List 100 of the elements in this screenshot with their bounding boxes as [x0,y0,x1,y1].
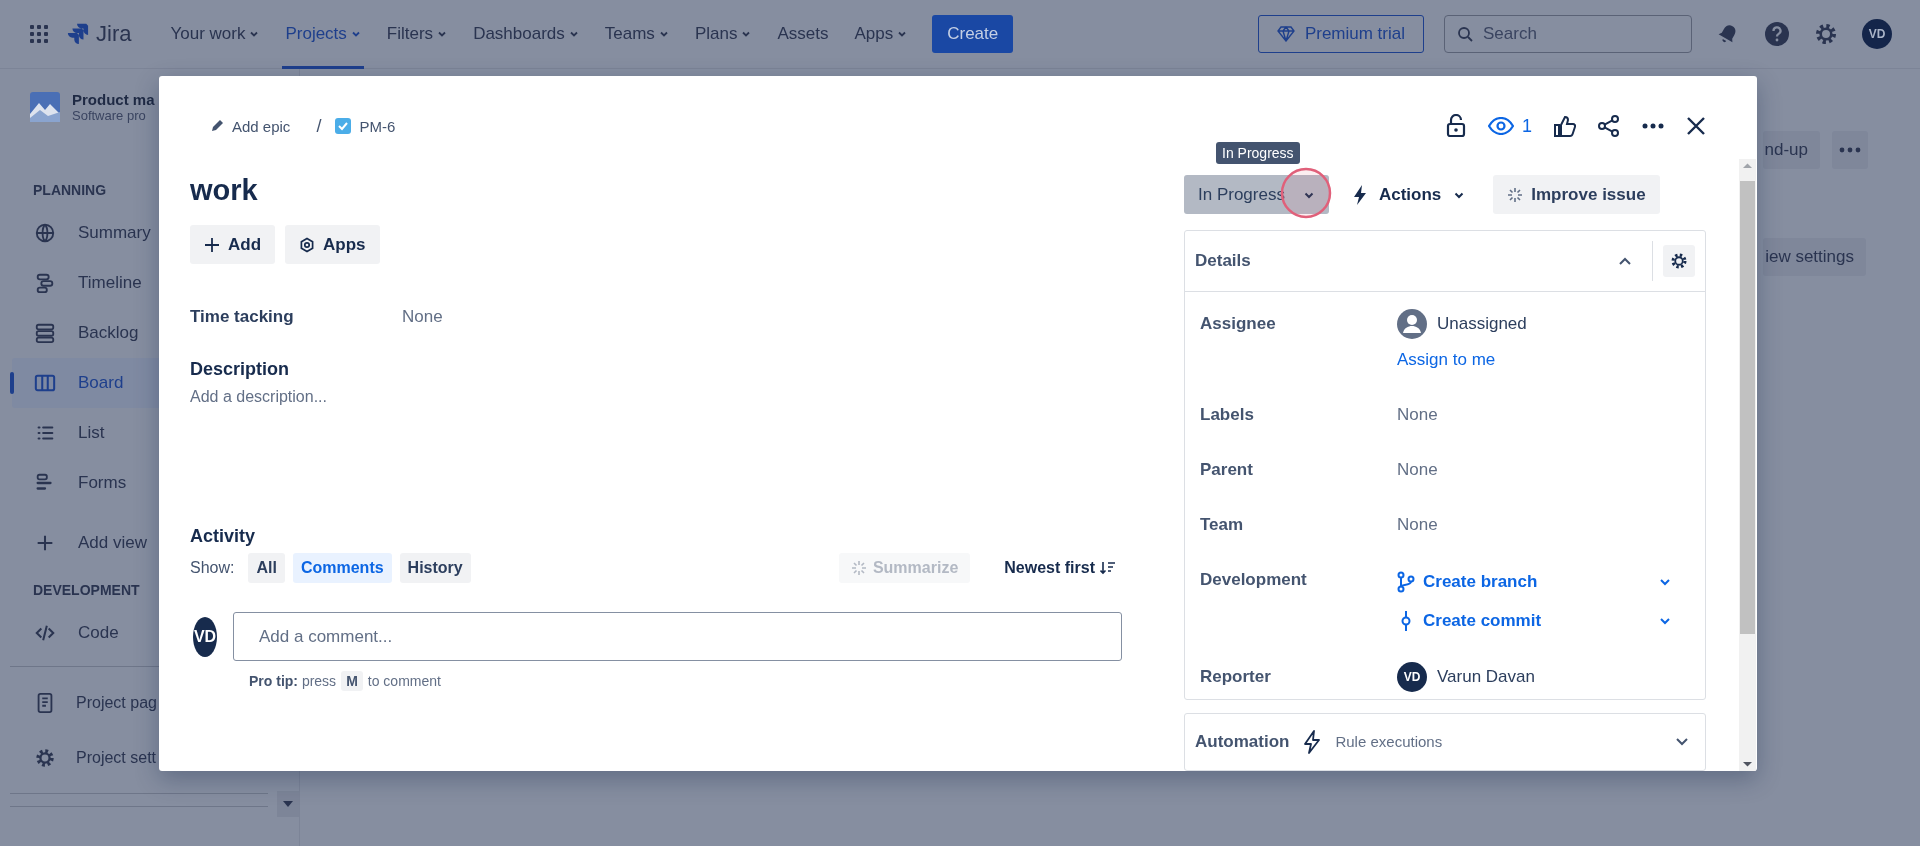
sparkle-icon [1507,186,1524,203]
actions-button[interactable]: Actions [1352,175,1466,214]
pro-tip-text: Pro tip: press [249,673,337,689]
issue-key-link[interactable]: PM-6 [335,117,396,135]
section-heading: PLANNING [33,181,107,200]
share-icon[interactable] [1598,115,1620,137]
globe-icon [34,222,56,244]
activity-heading: Activity [190,525,257,548]
search-field[interactable]: Search [1444,15,1692,53]
plus-icon [204,236,220,253]
nav-menu-item[interactable]: Dashboards [464,0,588,69]
activity-filter-tab[interactable]: Comments [292,553,392,583]
jira-logo-icon [66,22,90,46]
checkbox-icon [335,118,352,134]
help-icon[interactable] [1764,21,1790,47]
field-label: Time tacking [190,307,295,327]
show-label: Show: [190,559,235,577]
sidebar-item[interactable]: Forms [12,458,287,508]
sort-icon [1100,561,1116,575]
timeline-icon [34,272,56,294]
chevron-down-icon[interactable] [350,29,361,39]
board-toolbar-button[interactable]: nd-up [1762,131,1820,169]
field-value[interactable]: Unassigned [1437,314,1527,334]
chevron-down-icon[interactable] [741,29,752,39]
pro-tip-text: to comment [367,673,441,689]
unlocked-padlock-icon[interactable] [1446,114,1466,138]
app-switcher-icon[interactable] [28,23,50,45]
field-value[interactable]: None [1397,507,1689,543]
nav-menu-item[interactable]: Teams [595,0,678,69]
chevron-down-icon[interactable] [249,29,260,39]
field-label: Parent [1200,459,1254,481]
nav-menu-item[interactable]: Filters [377,0,457,69]
nav-menu-item[interactable]: Projects [276,0,370,69]
apps-button[interactable]: Apps [285,225,380,264]
lightning-icon [1352,184,1367,205]
user-avatar: VD [1397,662,1427,692]
product-name[interactable]: Jira [96,21,132,47]
activity-filter-tab[interactable]: All [248,553,285,583]
nav-menu-item[interactable]: Your work [161,0,269,69]
field-label: Reporter [1200,666,1272,688]
automation-subtitle: Rule executions [1335,733,1443,751]
add-button[interactable]: Add [190,225,276,264]
stack-icon [34,322,56,344]
field-value[interactable]: None [402,307,443,327]
development-link[interactable]: Create commit [1423,610,1651,631]
issue-title[interactable]: work [190,170,1122,210]
sidebar-item[interactable]: Project sett [12,730,287,785]
field-value[interactable]: None [1397,397,1689,433]
field-label: Assignee [1200,313,1277,335]
chevron-down-icon[interactable] [1659,615,1671,626]
keyboard-key: M [341,671,363,691]
automation-heading[interactable]: Automation [1195,731,1290,752]
chevron-down-icon[interactable] [1659,576,1671,587]
chevron-down-icon[interactable] [897,29,908,39]
improve-issue-button[interactable]: Improve issue [1493,175,1660,214]
sort-button[interactable]: Newest first [1004,559,1116,577]
user-avatar[interactable]: VD [1862,19,1892,49]
settings-icon[interactable] [1663,245,1695,277]
close-icon[interactable] [1686,116,1706,136]
activity-filter-tab[interactable]: History [399,553,471,583]
watchers-button[interactable]: 1 [1488,115,1532,137]
project-avatar-icon [30,92,60,122]
diamond-icon [1276,26,1295,42]
assign-to-me-link[interactable]: Assign to me [1397,342,1496,378]
field-label: Team [1200,514,1245,536]
nav-menu-item[interactable]: Plans [685,0,761,69]
columns-icon [34,372,56,394]
details-heading[interactable]: Details [1195,251,1618,271]
more-icon[interactable] [1642,123,1664,129]
thumbs-up-icon[interactable] [1554,115,1576,137]
caret-down-icon[interactable] [277,791,299,817]
nav-menu-item[interactable]: Apps [845,0,917,69]
development-link[interactable]: Create branch [1423,571,1651,592]
scrollbar-track[interactable] [1739,159,1756,771]
user-avatar: VD [193,616,217,657]
comment-input-field[interactable]: Add a comment... [233,612,1122,661]
unassigned-avatar-icon [1397,309,1427,339]
chevron-up-icon[interactable] [1618,256,1632,266]
settings-icon [34,746,56,769]
sidebar-item[interactable]: List [12,408,287,458]
field-label: Development [1200,569,1308,591]
chevron-down-icon[interactable] [437,29,448,39]
branch-icon [1397,570,1415,593]
field-value[interactable]: Varun Davan [1437,667,1535,687]
chevron-down-icon[interactable] [1675,736,1689,747]
project-type: Software pro [72,108,147,123]
project-name[interactable]: Product ma [72,91,155,108]
board-toolbar-button[interactable]: iew settings [1763,238,1866,276]
breadcrumb-separator: / [316,115,322,137]
premium-trial-button[interactable]: Premium trial [1257,15,1424,53]
pencil-icon [210,119,224,133]
chevron-down-icon[interactable] [568,29,579,39]
add-epic-link[interactable]: Add epic [210,117,291,135]
nav-menu-item[interactable]: Assets [768,0,838,69]
hexagon-icon [299,236,316,253]
sparkle-icon [850,560,867,576]
field-value[interactable]: None [1397,452,1689,488]
chevron-down-icon[interactable] [658,29,669,39]
scrollbar-thumb[interactable] [1740,181,1755,634]
create-button[interactable]: Create [932,15,1014,53]
